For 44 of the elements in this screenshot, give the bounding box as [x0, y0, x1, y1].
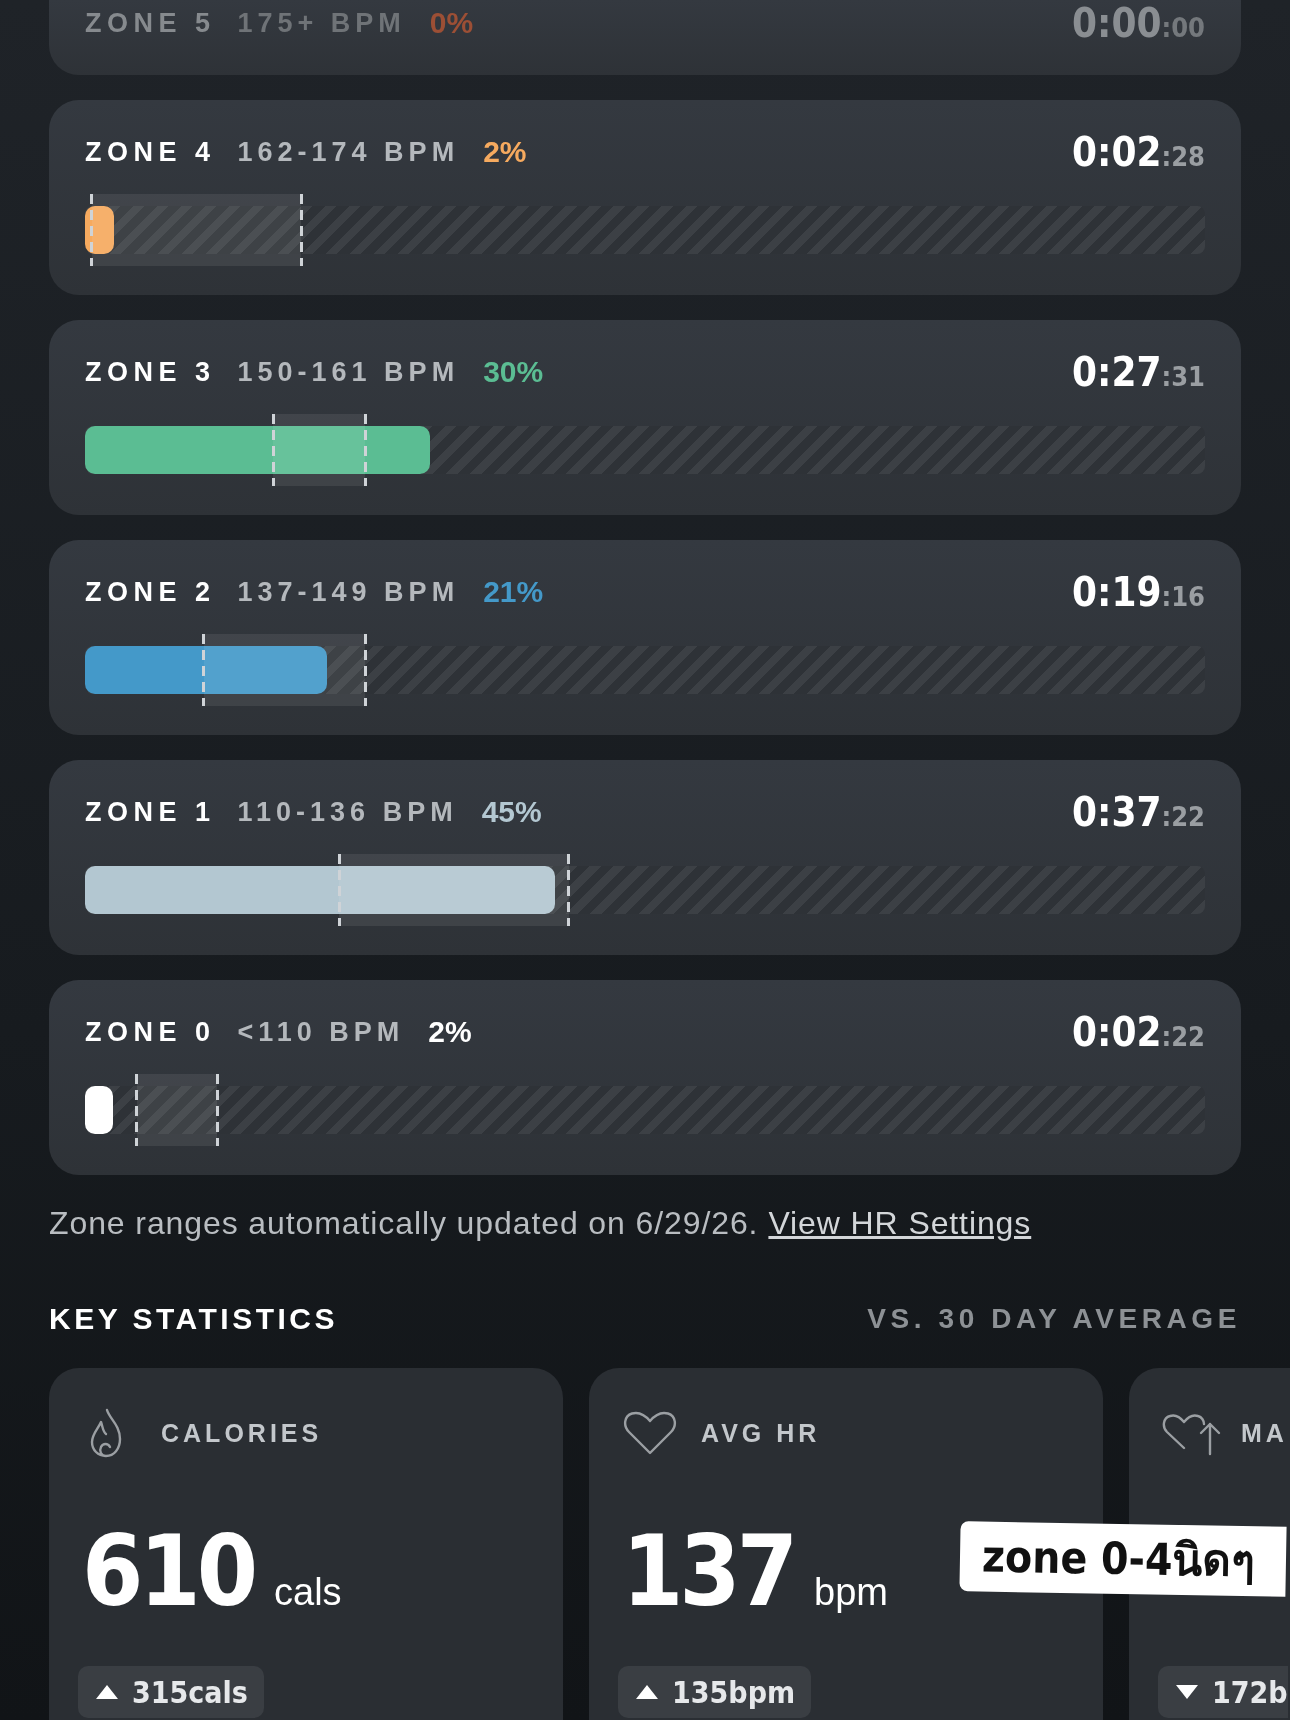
sticker-label: zone 0-4นิดๆ	[959, 1521, 1287, 1597]
bpm-range: 110-136 BPM	[237, 796, 458, 828]
section-title: KEY STATISTICS	[49, 1302, 339, 1336]
zone-title: ZONE 1	[85, 796, 216, 828]
stat-label: MA	[1241, 1418, 1288, 1448]
flame-icon	[88, 1408, 124, 1458]
bpm-range: 137-149 BPM	[237, 576, 460, 608]
bpm-range: 162-174 BPM	[237, 136, 460, 168]
comparison-label: VS. 30 DAY AVERAGE	[867, 1303, 1241, 1335]
duration-text: 0:19:16	[1071, 569, 1205, 615]
stat-unit: bpm	[814, 1571, 888, 1614]
zone-percent: 2%	[483, 135, 527, 169]
zone-title: ZONE 2	[85, 576, 216, 608]
view-hr-settings-link[interactable]: View HR Settings	[768, 1205, 1032, 1241]
delta-text: 135bpm	[672, 1674, 796, 1710]
bpm-range: 175+ BPM	[237, 7, 406, 39]
bpm-range: 150-161 BPM	[237, 356, 460, 388]
stat-value: 137	[622, 1522, 795, 1620]
zone-note-text: Zone ranges automatically updated on 6/29/26. View HR Settings	[49, 1205, 1033, 1241]
stat-unit: cals	[274, 1571, 342, 1614]
zone-percent: 30%	[483, 355, 544, 389]
duration-text: 0:02:28	[1071, 129, 1205, 175]
up-triangle-icon	[636, 1685, 658, 1699]
zone-percent: 45%	[481, 795, 542, 829]
heart-icon	[622, 1410, 678, 1456]
duration-text: 0:27:31	[1071, 349, 1205, 395]
bpm-range: <110 BPM	[237, 1016, 405, 1048]
stat-label: CALORIES	[161, 1418, 323, 1448]
zone-percent: 21%	[483, 575, 544, 609]
stat-value: 610	[82, 1522, 255, 1620]
zone-title: ZONE 5	[85, 7, 216, 39]
zone-percent: 0%	[429, 6, 474, 40]
up-triangle-icon	[96, 1685, 118, 1699]
stat-label: AVG HR	[701, 1418, 821, 1448]
delta-text: 172b	[1212, 1674, 1288, 1710]
zone-title: ZONE 4	[85, 136, 216, 168]
duration-text: 0:00:00	[1071, 0, 1205, 46]
duration-text: 0:02:22	[1071, 1009, 1205, 1055]
delta-text: 315cals	[132, 1674, 248, 1710]
duration-text: 0:37:22	[1071, 789, 1205, 835]
zone-title: ZONE 0	[85, 1016, 216, 1048]
down-triangle-icon	[1176, 1685, 1198, 1699]
zone-title: ZONE 3	[85, 356, 216, 388]
zone-percent: 2%	[428, 1015, 472, 1049]
